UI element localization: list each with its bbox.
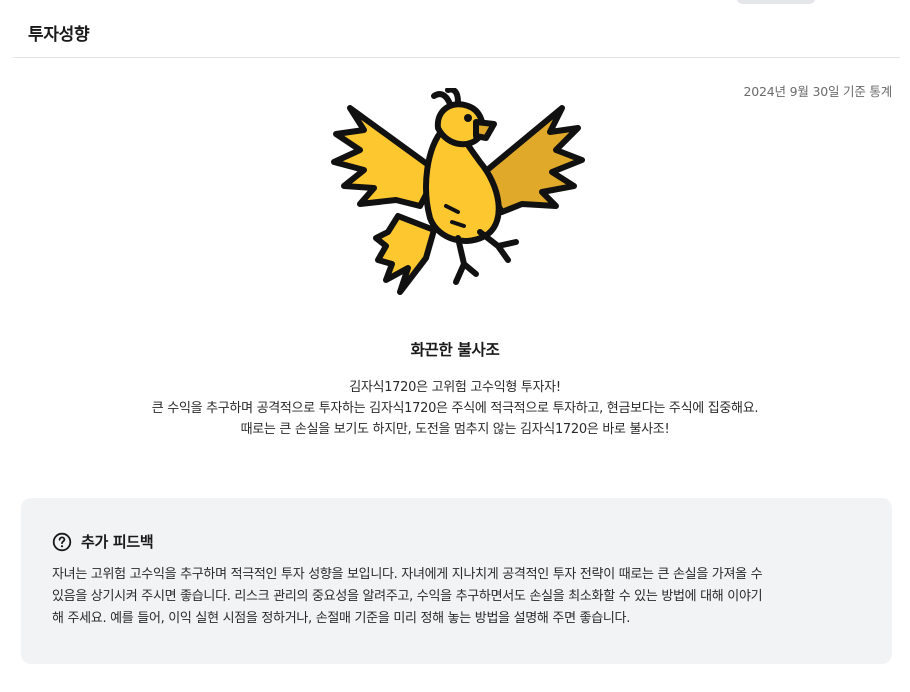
feedback-line: 해 주세요. 예를 들어, 이익 실현 시점을 정하거나, 손절매 기준을 미리…	[52, 611, 631, 626]
phoenix-bird-icon	[330, 86, 585, 302]
investor-type-description: 김자식1720은 고위험 고수익형 투자자! 큰 수익을 추구하며 공격적으로 …	[0, 377, 910, 440]
feedback-line: 자녀는 고위험 고수익을 추구하며 적극적인 투자 성향을 보입니다. 자녀에게…	[52, 567, 763, 582]
description-line: 때로는 큰 손실을 보기도 하지만, 도전을 멈추지 않는 김자식1720은 바…	[240, 422, 670, 437]
feedback-header: 추가 피드백	[52, 531, 154, 552]
investment-profile-page: 투자성향 2024년 9월 30일 기준 통계 화끈한 불사조 김자식1720은…	[0, 0, 910, 692]
feedback-card: 추가 피드백 자녀는 고위험 고수익을 추구하며 적극적인 투자 성향을 보입니…	[21, 498, 892, 664]
stats-date-label: 2024년 9월 30일 기준 통계	[743, 84, 893, 99]
investor-type-name: 화끈한 불사조	[410, 341, 500, 359]
feedback-title: 추가 피드백	[81, 533, 154, 551]
page-header: 투자성향	[13, 0, 900, 58]
page-title: 투자성향	[28, 25, 90, 45]
description-line: 김자식1720은 고위험 고수익형 투자자!	[349, 380, 561, 395]
feedback-text: 자녀는 고위험 고수익을 추구하며 적극적인 투자 성향을 보입니다. 자녀에게…	[52, 564, 867, 630]
description-line: 큰 수익을 추구하며 공격적으로 투자하는 김자식1720은 주식에 적극적으로…	[151, 401, 759, 416]
feedback-line: 있음을 상기시켜 주시면 좋습니다. 리스크 관리의 중요성을 알려주고, 수익…	[52, 589, 763, 604]
question-circle-icon	[52, 532, 72, 551]
